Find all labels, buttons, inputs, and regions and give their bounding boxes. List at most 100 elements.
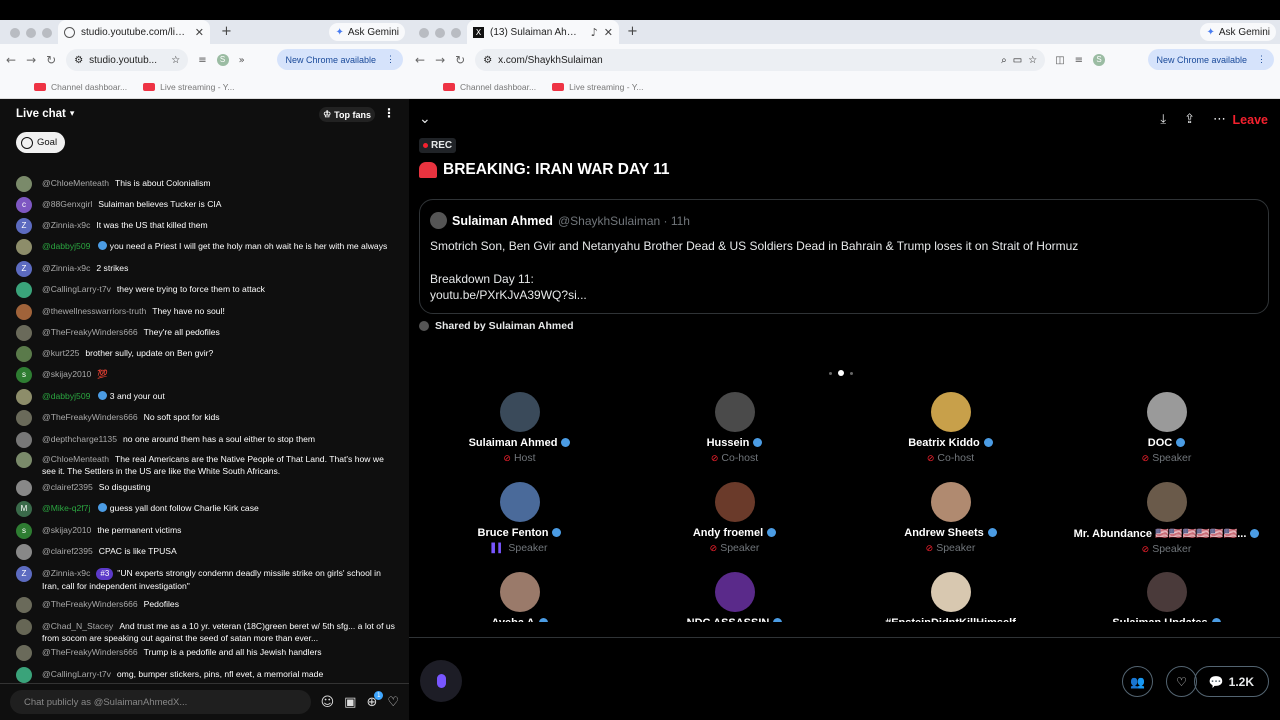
forward-icon[interactable]: →	[26, 53, 36, 67]
reload-icon[interactable]: ↻	[46, 53, 56, 67]
chat-message[interactable]: s @skijay2010 the permanent victims	[16, 523, 399, 539]
avatar[interactable]: Z	[16, 218, 32, 234]
pinned-tweet[interactable]: Sulaiman Ahmed @ShaykhSulaiman · 11h Smo…	[419, 199, 1269, 314]
tweet-author-name[interactable]: Sulaiman Ahmed	[452, 214, 553, 228]
chat-message[interactable]: @TheFreakyWinders666 Pedofiles	[16, 597, 399, 613]
chat-author[interactable]: @CallingLarry-t7v	[42, 669, 111, 679]
speaker-card[interactable]: DOC ⊘ Speaker	[1059, 392, 1274, 464]
add-icon[interactable]: ⊕ 1	[366, 690, 384, 710]
chat-author[interactable]: @TheFreakyWinders666	[42, 647, 138, 657]
chat-message[interactable]: @ChloeMenteath The real Americans are the…	[16, 452, 399, 477]
super-chat-icon[interactable]: ▣	[344, 695, 356, 710]
site-info-icon[interactable]: ⚙	[74, 55, 83, 66]
chat-message[interactable]: Z @Zinnia-x9c 2 strikes	[16, 261, 399, 277]
dock-icon[interactable]: ⤓	[1160, 112, 1166, 127]
avatar[interactable]	[499, 572, 540, 612]
avatar[interactable]: s	[16, 367, 32, 383]
menu-kebab-icon[interactable]: ⋮	[386, 54, 395, 65]
close-tab-icon[interactable]: ✕	[604, 26, 613, 39]
avatar[interactable]	[930, 482, 971, 522]
chat-message[interactable]: @TheFreakyWinders666 They're all pedofile…	[16, 325, 399, 341]
chat-author[interactable]: @TheFreakyWinders666	[42, 412, 138, 422]
bookmark-item[interactable]: Channel dashboar...	[443, 82, 536, 92]
avatar[interactable]	[16, 667, 32, 683]
back-icon[interactable]: ←	[415, 53, 425, 67]
avatar[interactable]	[16, 619, 32, 635]
chat-author[interactable]: @88Genxgirl	[42, 199, 92, 209]
speaker-card[interactable]: #EpsteinDidntKillHimself⊘Speaker	[843, 572, 1058, 622]
close-tab-icon[interactable]: ✕	[195, 26, 204, 39]
avatar[interactable]	[16, 346, 32, 362]
chat-message[interactable]: @CallingLarry-t7v omg, bumper stickers, p…	[16, 667, 399, 683]
chat-author[interactable]: @thewellnesswarriors-truth	[42, 306, 146, 316]
heart-icon[interactable]: ♡	[387, 695, 399, 710]
extensions-icon[interactable]: ≡	[1075, 55, 1083, 66]
chat-author[interactable]: @dabbyj509	[42, 391, 90, 401]
chat-author[interactable]: @dabbyj509	[42, 241, 90, 251]
chat-author[interactable]: @skijay2010	[42, 525, 91, 535]
chat-message[interactable]: @ChloeMenteath This is about Colonialism	[16, 176, 399, 192]
ask-gemini-button[interactable]: ✦ Ask Gemini	[329, 23, 405, 41]
chat-message[interactable]: s @skijay2010 💯	[16, 367, 399, 383]
pager-dots[interactable]	[829, 370, 853, 376]
chat-input[interactable]: Chat publicly as @SulaimanAhmedX...	[10, 690, 311, 714]
avatar[interactable]	[16, 282, 32, 298]
share-icon[interactable]: ⇪	[1184, 112, 1195, 127]
chat-author[interactable]: @Zinnia-x9c	[42, 263, 90, 273]
speaker-card[interactable]: Beatrix Kiddo ⊘ Co-host	[843, 392, 1058, 464]
avatar[interactable]	[16, 452, 32, 468]
leave-button[interactable]: Leave	[1233, 113, 1268, 127]
extensions-icon[interactable]: ≡	[198, 55, 206, 66]
avatar[interactable]	[714, 572, 755, 612]
chat-message[interactable]: @dabbyj509 3 and your out	[16, 389, 399, 405]
speaker-card[interactable]: Sulaiman Ahmed ⊘ Host	[412, 392, 627, 464]
chat-message[interactable]: @kurt225 brother sully, update on Ben gvi…	[16, 346, 399, 362]
avatar[interactable]	[1146, 392, 1187, 432]
avatar[interactable]: c	[16, 197, 32, 213]
new-tab-button[interactable]: +	[221, 24, 232, 39]
chat-author[interactable]: @Chad_N_Stacey	[42, 621, 113, 631]
chat-author[interactable]: @TheFreakyWinders666	[42, 599, 138, 609]
tweet-link[interactable]: youtu.be/PXrKJvA39WQ?si...	[430, 287, 1258, 304]
profile-avatar[interactable]: S	[1093, 54, 1106, 66]
avatar[interactable]	[16, 389, 32, 405]
emoji-icon[interactable]: ☺	[321, 695, 335, 710]
bookmark-item[interactable]: Channel dashboar...	[34, 82, 127, 92]
chat-author[interactable]: @Mike-q2f7j	[42, 503, 90, 513]
chat-message[interactable]: @thewellnesswarriors-truth They have no s…	[16, 304, 399, 320]
chevron-down-icon[interactable]: ▾	[70, 109, 75, 119]
goal-chip[interactable]: Goal	[16, 132, 66, 153]
profile-avatar[interactable]: S	[216, 54, 229, 66]
react-button[interactable]: ♡	[1166, 666, 1197, 697]
avatar[interactable]	[16, 544, 32, 560]
chrome-update-button[interactable]: New Chrome available ⋮	[277, 49, 403, 70]
more-tabs-icon[interactable]: »	[239, 55, 245, 66]
chat-message[interactable]: @clairef2395 So disgusting	[16, 480, 399, 496]
chat-message[interactable]: @depthcharge1135 no one around them has a…	[16, 432, 399, 448]
chat-menu-icon[interactable]: ⋮	[383, 106, 395, 120]
avatar[interactable]	[16, 480, 32, 496]
avatar[interactable]	[1146, 482, 1187, 522]
chat-author[interactable]: @CallingLarry-t7v	[42, 284, 111, 294]
avatar[interactable]	[1146, 572, 1187, 612]
avatar[interactable]	[499, 482, 540, 522]
avatar[interactable]	[16, 176, 32, 192]
avatar[interactable]	[499, 392, 540, 432]
avatar[interactable]	[16, 410, 32, 426]
speaker-card[interactable]: Sulaiman Updates⊘Speaker	[1059, 572, 1274, 622]
zoom-icon[interactable]: ⌕	[1001, 55, 1007, 66]
chat-message[interactable]: @dabbyj509 you need a Priest I will get …	[16, 239, 399, 255]
avatar[interactable]	[16, 239, 32, 255]
menu-kebab-icon[interactable]: ⋮	[1257, 54, 1266, 65]
browser-tab[interactable]: studio.youtube.com/live_chat ✕	[58, 20, 210, 44]
minimize-chevron-icon[interactable]: ⌄	[419, 111, 431, 127]
avatar[interactable]	[430, 212, 447, 229]
avatar[interactable]	[714, 392, 755, 432]
back-icon[interactable]: ←	[6, 53, 16, 67]
avatar[interactable]: s	[16, 523, 32, 539]
speaker-card[interactable]: Andrew Sheets ⊘ Speaker	[843, 482, 1058, 554]
top-fans-button[interactable]: ♔ Top fans	[319, 107, 375, 122]
chat-author[interactable]: @ChloeMenteath	[42, 454, 109, 464]
chat-message[interactable]: Z @Zinnia-x9c It was the US that killed th…	[16, 218, 399, 234]
browser-tab[interactable]: X (13) Sulaiman Ahmed (@S ♪ ✕	[467, 20, 619, 44]
